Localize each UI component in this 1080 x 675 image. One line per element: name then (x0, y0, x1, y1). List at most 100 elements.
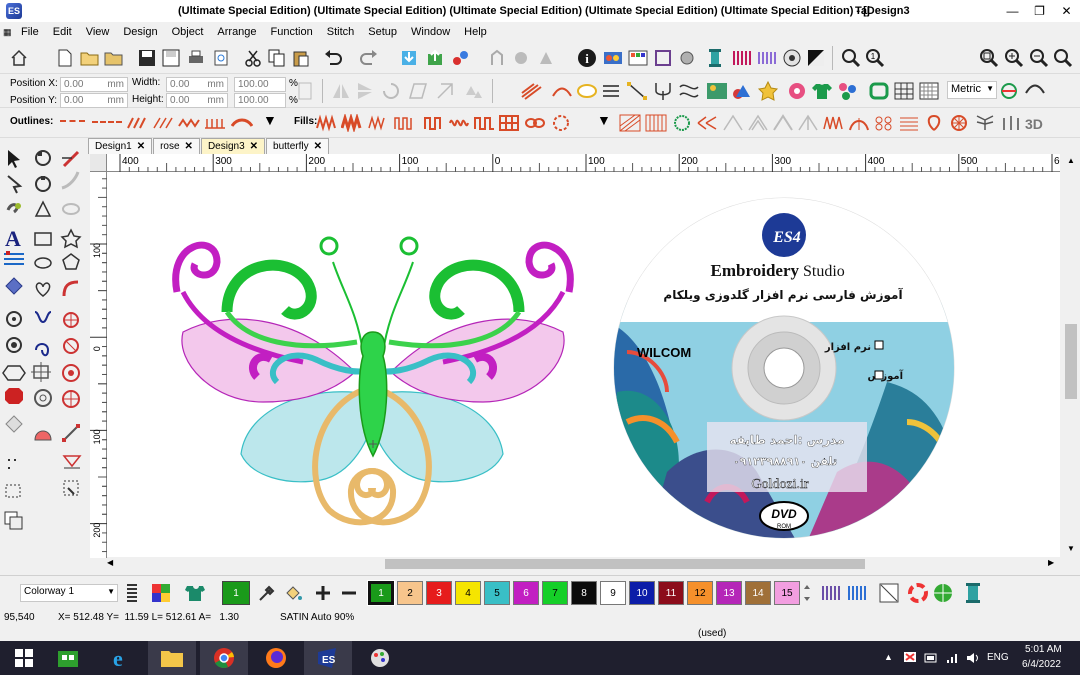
posx-field[interactable]: 0.00 mm (60, 77, 128, 92)
tatami-icon[interactable] (576, 80, 598, 102)
run-stitch-icon[interactable] (6, 337, 22, 353)
reshape-arc-icon[interactable] (35, 176, 51, 192)
thread-swatch-9[interactable]: 9 (600, 581, 626, 605)
select-polygon-icon[interactable] (7, 175, 23, 194)
thread-swatch-2[interactable]: 2 (397, 581, 423, 605)
open-stitch-icon[interactable] (103, 47, 125, 69)
heart-shape-icon[interactable] (35, 282, 51, 297)
gem-icon[interactable] (5, 277, 23, 295)
thread-spool-icon[interactable] (962, 582, 984, 604)
sequin-icon[interactable] (781, 47, 803, 69)
rotate-icon[interactable] (380, 80, 402, 102)
info-icon[interactable]: i (576, 47, 598, 69)
thread-swatch-10[interactable]: 10 (629, 581, 655, 605)
feather-tool-icon[interactable] (61, 171, 80, 190)
monogram-icon[interactable] (4, 251, 24, 265)
ie-icon[interactable]: e (98, 641, 146, 675)
thread-swatch-11[interactable]: 11 (658, 581, 684, 605)
lettering-icon[interactable]: A (5, 226, 21, 251)
width-percent-field[interactable]: 100.00 (234, 77, 286, 92)
scroll-right-icon[interactable]: ▶ (1048, 558, 1060, 567)
print-preview-icon[interactable] (210, 47, 232, 69)
tab-design3[interactable]: Design3 ✕ (200, 138, 266, 154)
copy-icon[interactable] (266, 47, 288, 69)
node-icon[interactable] (626, 80, 648, 102)
thread-swatch-12[interactable]: 12 (687, 581, 713, 605)
rectangle-icon[interactable] (34, 232, 52, 246)
rotate-cw-icon[interactable] (434, 80, 456, 102)
fill-satin-icon[interactable] (316, 112, 338, 134)
team-names-icon[interactable] (837, 80, 859, 102)
swatch-scroll-icon[interactable] (796, 582, 818, 604)
frame-select-icon[interactable] (5, 484, 21, 498)
height-field[interactable]: 0.00 mm (166, 93, 228, 108)
close-tab-icon[interactable]: ✕ (314, 141, 322, 152)
outline-sat-icon[interactable] (551, 80, 573, 102)
zoom-extents-icon[interactable] (978, 47, 1000, 69)
3d-box-icon[interactable] (932, 582, 954, 604)
eyedropper-icon[interactable] (256, 582, 278, 604)
menu-edit[interactable]: Edit (46, 26, 79, 38)
fill-step-icon[interactable] (393, 112, 415, 134)
zoom-in-icon[interactable] (1003, 47, 1025, 69)
menu-window[interactable]: Window (404, 26, 457, 38)
outline-backstitch-icon[interactable] (127, 112, 149, 134)
chrome-icon[interactable] (200, 641, 248, 675)
menu-arrange[interactable]: Arrange (210, 26, 263, 38)
satin-fill-icon[interactable] (520, 80, 542, 102)
effect-contour-icon[interactable] (722, 112, 744, 134)
fill-holes-icon[interactable] (34, 389, 52, 407)
current-color-swatch[interactable]: 1 (222, 581, 250, 605)
height-percent-field[interactable]: 100.00 (234, 93, 286, 108)
eraser-icon[interactable] (5, 415, 23, 433)
print-icon[interactable] (185, 47, 207, 69)
thread-swatch-7[interactable]: 7 (542, 581, 568, 605)
close-tab-icon[interactable]: ✕ (185, 141, 193, 152)
fill-square-icon[interactable] (473, 112, 495, 134)
hoop-icon[interactable] (486, 47, 508, 69)
skew-icon[interactable] (408, 80, 430, 102)
fabric-icon[interactable] (184, 582, 206, 604)
posy-field[interactable]: 0.00 mm (60, 93, 128, 108)
stitch-angle-icon[interactable] (6, 311, 22, 327)
zoom-icon[interactable] (840, 47, 862, 69)
measure-tool-icon[interactable] (62, 424, 80, 442)
zoom-1to1-icon[interactable]: 1 (864, 47, 886, 69)
thread-swatch-8[interactable]: 8 (571, 581, 597, 605)
grid-icon[interactable] (893, 80, 915, 102)
start-icon[interactable] (0, 641, 48, 675)
outline-zigzag-icon[interactable] (178, 112, 200, 134)
reshape-icon[interactable] (1024, 80, 1046, 102)
open-icon[interactable] (79, 47, 101, 69)
color-wheel-icon[interactable] (907, 582, 929, 604)
width-field[interactable]: 0.00 mm (166, 77, 228, 92)
firefox-icon[interactable] (252, 641, 300, 675)
effect-curve-icon[interactable] (747, 112, 769, 134)
outline-run-icon[interactable] (60, 120, 85, 123)
menu-function[interactable]: Function (264, 26, 320, 38)
tray-chevron-icon[interactable]: ▲ (884, 652, 893, 662)
ruler-corner[interactable] (90, 154, 107, 172)
home-icon[interactable] (8, 47, 30, 69)
close-tab-icon[interactable]: ✕ (250, 141, 258, 152)
close-icon[interactable]: ✕ (1053, 0, 1080, 22)
effect-sculpt-icon[interactable] (1000, 112, 1022, 134)
effect-stipple-icon[interactable] (772, 112, 794, 134)
outline-stemstitch-icon[interactable] (152, 112, 174, 134)
colorway-editor-icon[interactable] (121, 582, 143, 604)
clock-date[interactable]: 6/4/2022 (1022, 659, 1061, 670)
spool-icon[interactable] (704, 47, 726, 69)
remove-color-icon[interactable] (338, 582, 360, 604)
gradient-icon[interactable] (678, 80, 700, 102)
new-file-icon[interactable] (54, 47, 76, 69)
horizontal-scrollbar[interactable]: ◀ ▶ (107, 557, 1060, 571)
menu-help[interactable]: Help (457, 26, 494, 38)
embroidery-motif-icon[interactable] (786, 80, 808, 102)
outline-satin-icon[interactable] (231, 112, 253, 134)
circle-pattern-icon[interactable] (62, 364, 80, 382)
undo-icon[interactable] (322, 47, 344, 69)
color-sort-icon[interactable] (820, 582, 842, 604)
thread-swatch-6[interactable]: 6 (513, 581, 539, 605)
tab-design1[interactable]: Design1 ✕ (88, 138, 153, 154)
butterfly-embroidery[interactable] (172, 236, 574, 526)
